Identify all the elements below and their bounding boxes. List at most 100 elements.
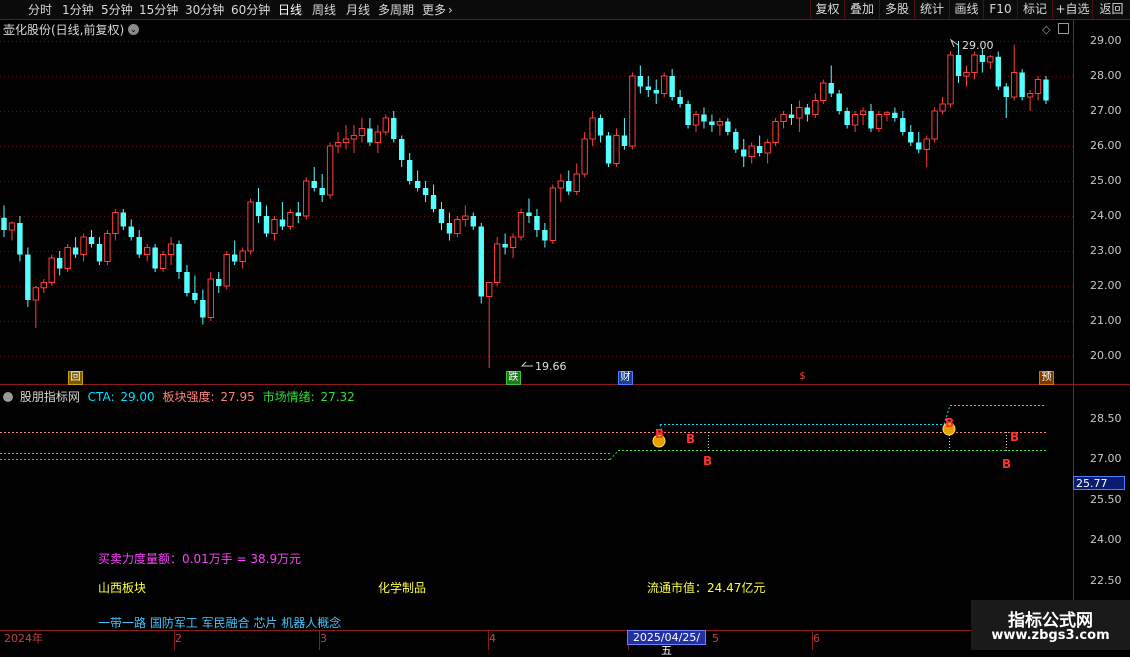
candle-body (446, 223, 453, 234)
date-axis-year: 2024年 (4, 632, 43, 645)
candle-body (422, 188, 429, 195)
period-tab-1min[interactable]: 1分钟 (62, 1, 94, 19)
price-axis-tick: 24.00 (1090, 209, 1122, 222)
candle-body (557, 180, 564, 189)
indicator-header: 股朋指标网 CTA: 29.00 板块强度: 27.95 市场情绪: 27.32 (3, 388, 355, 405)
candle-body (502, 244, 508, 248)
overlay-button[interactable]: 叠加 (844, 0, 879, 19)
period-tab-monthly[interactable]: 月线 (346, 1, 370, 19)
candle-body (995, 56, 1001, 87)
candle-body (788, 114, 795, 118)
candle-body (231, 254, 238, 262)
candle-body (851, 114, 859, 126)
candle-body (8, 222, 16, 231)
candle-body (40, 282, 47, 289)
period-tab-15min[interactable]: 15分钟 (139, 1, 178, 19)
candle-body (669, 76, 675, 97)
candle-body (493, 243, 501, 283)
candle-body (48, 257, 55, 283)
date-axis-month: 2 (175, 632, 182, 645)
candle-body (931, 110, 938, 140)
candle-body (486, 282, 493, 297)
signal-buy-label: B (1002, 457, 1012, 471)
high-price-label: 29.00 (962, 39, 994, 52)
draw-line-button[interactable]: 画线 (949, 0, 983, 19)
add-watchlist-button[interactable]: +自选 (1052, 0, 1092, 19)
sector-text: 山西板块 (98, 581, 147, 595)
price-axis-tick: 22.00 (1090, 279, 1122, 292)
candle-body (1003, 86, 1009, 97)
candle-body (176, 244, 182, 272)
candle-body (17, 223, 23, 255)
indicator-menu-icon[interactable] (3, 392, 13, 402)
f10-button[interactable]: F10 (983, 0, 1017, 19)
signal-buy-label: B (655, 427, 665, 441)
candle-body (741, 149, 747, 157)
period-tab-daily[interactable]: 日线 (278, 1, 302, 19)
stats-button[interactable]: 统计 (914, 0, 949, 19)
candle-body (660, 75, 668, 94)
period-tab-5min[interactable]: 5分钟 (101, 1, 133, 19)
candle-body (80, 236, 87, 255)
indicator-axis-tick: 25.50 (1090, 493, 1122, 506)
candle-body (391, 118, 397, 139)
chevron-down-icon[interactable]: ⌄ (128, 24, 139, 35)
candle-body (72, 247, 79, 255)
period-tab-60min[interactable]: 60分钟 (231, 1, 270, 19)
candle-body (247, 201, 254, 252)
event-marker-limit-down[interactable]: 跌 (506, 371, 521, 385)
indicator-lines (0, 405, 1046, 460)
event-marker-review[interactable]: 回 (68, 371, 83, 385)
watermark-url: www.zbgs3.com (991, 628, 1110, 643)
candle-body (64, 247, 71, 269)
candle-body (120, 212, 127, 227)
settings-icon[interactable] (1058, 23, 1069, 34)
candle-body (804, 107, 811, 115)
event-marker-finance[interactable]: 财 (618, 371, 633, 385)
candle-body (701, 114, 707, 122)
candle-body (772, 121, 779, 143)
period-tab-more[interactable]: 更多 › (422, 1, 453, 19)
candle-body (692, 114, 700, 126)
diamond-icon[interactable]: ◇ (1042, 23, 1050, 36)
market-value-text: 流通市值：24.47亿元 (647, 581, 766, 595)
candle-body (939, 103, 946, 112)
candle-body (542, 230, 548, 241)
indicator-axis-tick: 24.00 (1090, 533, 1122, 546)
event-marker-forecast[interactable]: 预 (1039, 371, 1054, 385)
candle-body (167, 243, 175, 255)
industry-text: 化学制品 (378, 581, 427, 595)
candle-body (159, 254, 167, 269)
candle-body (955, 55, 962, 76)
candle-body (207, 278, 215, 318)
concepts-text: 一带一路 国防军工 军民融合 芯片 机器人概念 (98, 616, 342, 630)
candle-body (342, 138, 350, 143)
more-label: 更多 (422, 3, 447, 17)
candle-body (223, 254, 230, 287)
mark-button[interactable]: 标记 (1017, 0, 1052, 19)
period-tab-weekly[interactable]: 周线 (312, 1, 336, 19)
candle-body (892, 112, 898, 118)
event-marker-dividend[interactable]: $ (796, 371, 809, 383)
candle-body (271, 219, 278, 234)
period-tab-multi[interactable]: 多周期 (378, 1, 414, 19)
period-tab-timeshare[interactable]: 分时 (28, 1, 52, 19)
candle-body (534, 216, 540, 230)
adjust-button[interactable]: 复权 (810, 0, 844, 19)
candle-body (104, 233, 111, 262)
candle-body (319, 188, 325, 195)
candle-body (25, 254, 31, 300)
multi-stock-button[interactable]: 多股 (879, 0, 914, 19)
date-axis-month: 5 (712, 632, 719, 645)
candle-body (1043, 79, 1049, 101)
indicator-name[interactable]: 股朋指标网 (20, 390, 80, 404)
price-grid (0, 41, 1073, 357)
candle-body (438, 209, 445, 223)
candle-body (637, 76, 644, 87)
candle-body (526, 212, 532, 216)
back-button[interactable]: 返回 (1092, 0, 1130, 19)
candle-body (263, 216, 270, 234)
candle-body (136, 237, 142, 255)
candle-body (900, 118, 906, 132)
period-tab-30min[interactable]: 30分钟 (185, 1, 224, 19)
